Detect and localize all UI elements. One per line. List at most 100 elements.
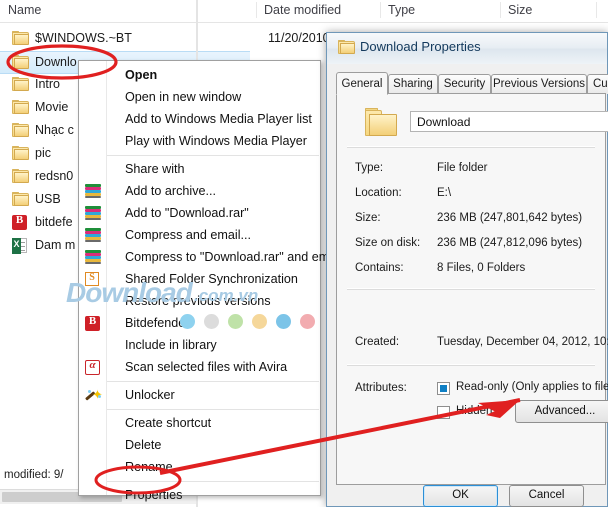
menu-item-label: Include in library xyxy=(125,338,217,352)
menu-item-label: Open xyxy=(125,68,158,82)
column-divider[interactable] xyxy=(596,2,597,18)
checkbox-hidden[interactable] xyxy=(437,406,450,419)
tab-customize[interactable]: Custo xyxy=(587,74,608,94)
download-properties-dialog: Download Properties General Sharing Secu… xyxy=(326,32,608,507)
menu-item-label: Create shortcut xyxy=(125,416,212,430)
menu-item-delete[interactable]: Delete xyxy=(80,435,320,457)
property-key: Contains: xyxy=(355,262,404,274)
dialog-title-bar[interactable]: Download Properties xyxy=(327,33,607,64)
menu-separator xyxy=(107,381,319,382)
file-name: Dam m xyxy=(35,238,76,252)
file-name: USB xyxy=(35,192,61,206)
column-header-type[interactable]: Type xyxy=(388,3,415,17)
file-date: 11/20/2010 xyxy=(268,31,330,45)
file-name: Intro xyxy=(35,77,61,91)
property-value: File folder xyxy=(437,162,488,174)
menu-item-compress-to-rar-and-email[interactable]: Compress to "Download.rar" and email xyxy=(80,247,342,269)
menu-item-label: Compress to "Download.rar" and email xyxy=(125,250,342,264)
property-row-size: Size: 236 MB (247,801,642 bytes) xyxy=(337,210,607,229)
menu-item-scan-with-avira[interactable]: α Scan selected files with Avira xyxy=(80,357,320,379)
color-dots-decoration xyxy=(180,314,326,330)
menu-item-create-shortcut[interactable]: Create shortcut xyxy=(80,413,320,435)
property-row-size-on-disk: Size on disk: 236 MB (247,812,096 bytes) xyxy=(337,235,607,254)
folder-name-input[interactable]: Download xyxy=(410,111,608,132)
menu-item-unlocker[interactable]: ✦ Unlocker xyxy=(80,385,320,407)
menu-item-add-to-download-rar[interactable]: Add to "Download.rar" xyxy=(80,203,320,225)
advanced-button[interactable]: Advanced... xyxy=(515,400,608,423)
bitdefender-icon: B xyxy=(12,214,29,230)
property-value: 236 MB (247,801,642 bytes) xyxy=(437,212,583,224)
menu-separator xyxy=(107,155,319,156)
avira-icon: α xyxy=(85,359,101,376)
menu-item-open[interactable]: Open xyxy=(80,65,320,87)
file-name: pic xyxy=(35,146,51,160)
tab-label: Sharing xyxy=(393,78,433,90)
menu-item-add-to-wmp-list[interactable]: Add to Windows Media Player list xyxy=(80,109,320,131)
file-name: bitdefe xyxy=(35,215,73,229)
color-dot xyxy=(252,314,267,329)
property-row-created: Created: Tuesday, December 04, 2012, 10:… xyxy=(337,334,608,353)
menu-item-compress-and-email[interactable]: Compress and email... xyxy=(80,225,320,247)
menu-item-rename[interactable]: Rename xyxy=(80,457,320,479)
tab-label: General xyxy=(341,78,383,90)
property-row-location: Location: E:\ xyxy=(337,185,607,204)
menu-item-properties[interactable]: Properties xyxy=(80,485,320,507)
menu-item-label: Rename xyxy=(125,460,173,474)
tab-security[interactable]: Security xyxy=(438,74,491,94)
tab-sharing[interactable]: Sharing xyxy=(388,74,438,94)
folder-name-value: Download xyxy=(417,115,471,129)
tab-previous-versions[interactable]: Previous Versions xyxy=(491,74,587,94)
folder-icon xyxy=(12,192,29,207)
checkbox-read-only[interactable] xyxy=(437,382,450,395)
property-value: Tuesday, December 04, 2012, 10:17:1 xyxy=(437,336,608,348)
tab-panel-general: Download Type: File folder Location: E:\… xyxy=(336,93,608,485)
column-header-size[interactable]: Size xyxy=(508,3,532,17)
menu-item-include-in-library[interactable]: Include in library xyxy=(80,335,320,357)
menu-item-label: Compress and email... xyxy=(125,228,251,242)
menu-item-label: Play with Windows Media Player xyxy=(125,134,307,148)
folder-icon xyxy=(12,169,29,184)
menu-item-label: Scan selected files with Avira xyxy=(125,360,288,374)
column-divider[interactable] xyxy=(256,2,257,18)
menu-separator xyxy=(107,409,319,410)
winrar-icon xyxy=(85,206,101,222)
column-header-date[interactable]: Date modified xyxy=(264,3,341,17)
cancel-button[interactable]: Cancel xyxy=(509,485,584,507)
menu-item-add-to-archive[interactable]: Add to archive... xyxy=(80,181,320,203)
property-value: E:\ xyxy=(437,187,452,199)
menu-item-label: Add to "Download.rar" xyxy=(125,206,249,220)
menu-item-open-in-new-window[interactable]: Open in new window xyxy=(80,87,320,109)
menu-item-shared-folder-synchronization[interactable]: S Shared Folder Synchronization xyxy=(80,269,320,291)
color-dot xyxy=(204,314,219,329)
dialog-title: Download Properties xyxy=(360,39,481,54)
file-name: $WINDOWS.~BT xyxy=(35,31,132,45)
property-row-type: Type: File folder xyxy=(337,160,607,179)
property-key: Size on disk: xyxy=(355,237,421,249)
checkbox-label: Hidden xyxy=(456,405,493,417)
color-dot xyxy=(228,314,243,329)
menu-item-share-with[interactable]: Share with xyxy=(80,159,320,181)
tab-general[interactable]: General xyxy=(336,72,388,95)
ok-button[interactable]: OK xyxy=(423,485,498,507)
menu-item-label: Share with xyxy=(125,162,185,176)
color-dot xyxy=(300,314,315,329)
menu-item-restore-previous-versions[interactable]: Restore previous versions xyxy=(80,291,320,313)
divider xyxy=(347,146,595,148)
file-name: Movie xyxy=(35,100,69,114)
folder-icon xyxy=(365,108,399,138)
menu-separator xyxy=(107,481,319,482)
winrar-icon xyxy=(85,250,101,266)
folder-icon xyxy=(338,40,356,56)
menu-item-label: Properties xyxy=(125,488,183,502)
color-dot xyxy=(276,314,291,329)
column-divider[interactable] xyxy=(500,2,501,18)
folder-icon xyxy=(12,77,29,92)
dialog-body: General Sharing Security Previous Versio… xyxy=(331,67,608,485)
tab-label: Previous Versions xyxy=(492,78,586,90)
column-header-name[interactable]: Name xyxy=(8,3,41,17)
column-divider[interactable] xyxy=(380,2,381,18)
menu-item-play-with-wmp[interactable]: Play with Windows Media Player xyxy=(80,131,320,153)
excel-file-icon: X xyxy=(12,238,29,254)
file-name: Downlo xyxy=(35,55,77,69)
tab-label: Security xyxy=(443,78,486,90)
